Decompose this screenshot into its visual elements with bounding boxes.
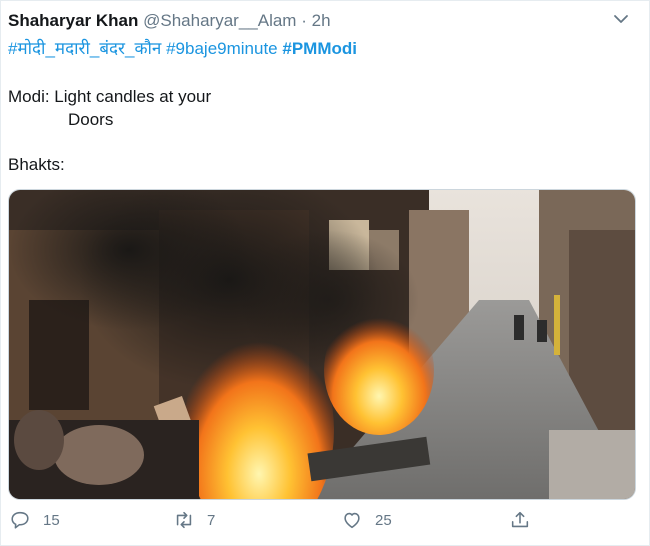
like-icon <box>344 512 360 529</box>
like-button[interactable]: 25 <box>341 509 392 531</box>
separator-dot: · <box>301 11 307 30</box>
retweet-button[interactable]: 7 <box>173 509 215 531</box>
author-name[interactable]: Shaharyar Khan <box>8 11 138 30</box>
tweet-text-line: Modi: Light candles at your <box>8 87 212 106</box>
tweet-text-line: Doors <box>68 110 114 129</box>
tweet-text: Modi: Light candles at your Doors <box>8 85 211 131</box>
retweet-icon <box>176 511 192 529</box>
hashtag-line: #मोदी_मदारी_बंदर_कौन #9baje9minute #PMMo… <box>8 39 357 59</box>
hashtag-link[interactable]: #PMModi <box>282 39 357 58</box>
street-fire-photo <box>9 190 635 499</box>
tweet-header: Shaharyar Khan @Shaharyar__Alam · 2h <box>8 11 331 31</box>
retweet-count: 7 <box>207 511 216 529</box>
like-count: 25 <box>375 511 392 529</box>
share-icon <box>511 511 529 528</box>
tweet-photo[interactable] <box>8 189 636 500</box>
chevron-down-icon[interactable] <box>611 9 631 29</box>
tweet-text-line: Bhakts: <box>8 155 65 174</box>
hashtag-link[interactable]: #मोदी_मदारी_बंदर_कौन <box>8 39 161 58</box>
author-handle[interactable]: @Shaharyar__Alam <box>143 11 296 30</box>
tweet-card[interactable]: Shaharyar Khan @Shaharyar__Alam · 2h #मो… <box>0 0 650 546</box>
tweet-time[interactable]: 2h <box>312 11 331 30</box>
reply-icon <box>11 511 29 529</box>
reply-button[interactable]: 15 <box>9 509 60 531</box>
tweet-actions: 15 7 25 <box>1 509 650 539</box>
hashtag-link[interactable]: #9baje9minute <box>166 39 278 58</box>
share-button[interactable] <box>509 509 543 531</box>
reply-count: 15 <box>43 511 60 529</box>
